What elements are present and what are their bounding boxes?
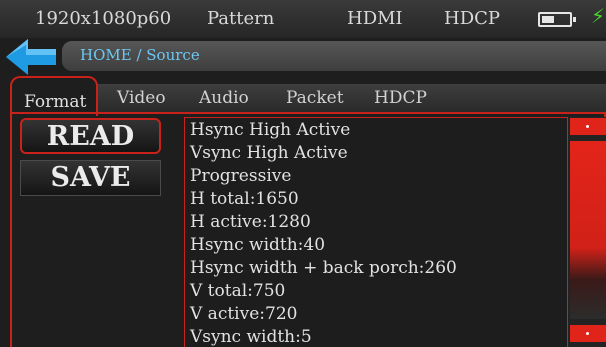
tab-hdcp[interactable]: HDCP xyxy=(374,88,427,108)
back-button[interactable] xyxy=(4,36,60,78)
list-item: Vsync High Active xyxy=(190,143,348,163)
resolution-label: 1920x1080p60 xyxy=(35,8,172,29)
status-bar: 1920x1080p60 Pattern HDMI HDCP ⚡ xyxy=(0,0,606,38)
battery-icon xyxy=(538,12,576,27)
tab-audio[interactable]: Audio xyxy=(199,88,249,108)
save-button[interactable]: SAVE xyxy=(20,160,161,196)
read-button[interactable]: READ xyxy=(20,118,161,154)
dot-icon xyxy=(586,332,589,335)
scroll-down-button[interactable] xyxy=(570,325,606,342)
breadcrumb-text: HOME / Source xyxy=(80,46,200,64)
format-info-list: Hsync High Active Vsync High Active Prog… xyxy=(184,117,568,347)
interface-label: HDMI xyxy=(347,8,403,29)
tab-format[interactable]: Format xyxy=(10,76,98,116)
tab-format-label: Format xyxy=(24,92,87,112)
mode-label: Pattern xyxy=(207,8,275,29)
list-item: V active:720 xyxy=(190,304,298,324)
list-item: H active:1280 xyxy=(190,212,311,232)
list-item: Hsync High Active xyxy=(190,120,351,140)
tab-video[interactable]: Video xyxy=(117,88,166,108)
list-item: Progressive xyxy=(190,166,292,186)
list-item: Hsync width + back porch:260 xyxy=(190,258,457,278)
list-item: H total:1650 xyxy=(190,189,299,209)
back-arrow-icon xyxy=(6,39,56,75)
hdcp-status-label: HDCP xyxy=(444,8,501,29)
scroll-up-button[interactable] xyxy=(570,118,606,135)
dot-icon xyxy=(586,125,589,128)
breadcrumb: HOME / Source xyxy=(62,41,606,71)
list-item: Vsync width:5 xyxy=(190,327,312,347)
list-item: Hsync width:40 xyxy=(190,235,326,255)
list-item: V total:750 xyxy=(190,281,286,301)
bolt-icon: ⚡ xyxy=(591,4,606,28)
tab-packet[interactable]: Packet xyxy=(286,88,344,108)
scrollbar-thumb[interactable] xyxy=(570,141,606,319)
